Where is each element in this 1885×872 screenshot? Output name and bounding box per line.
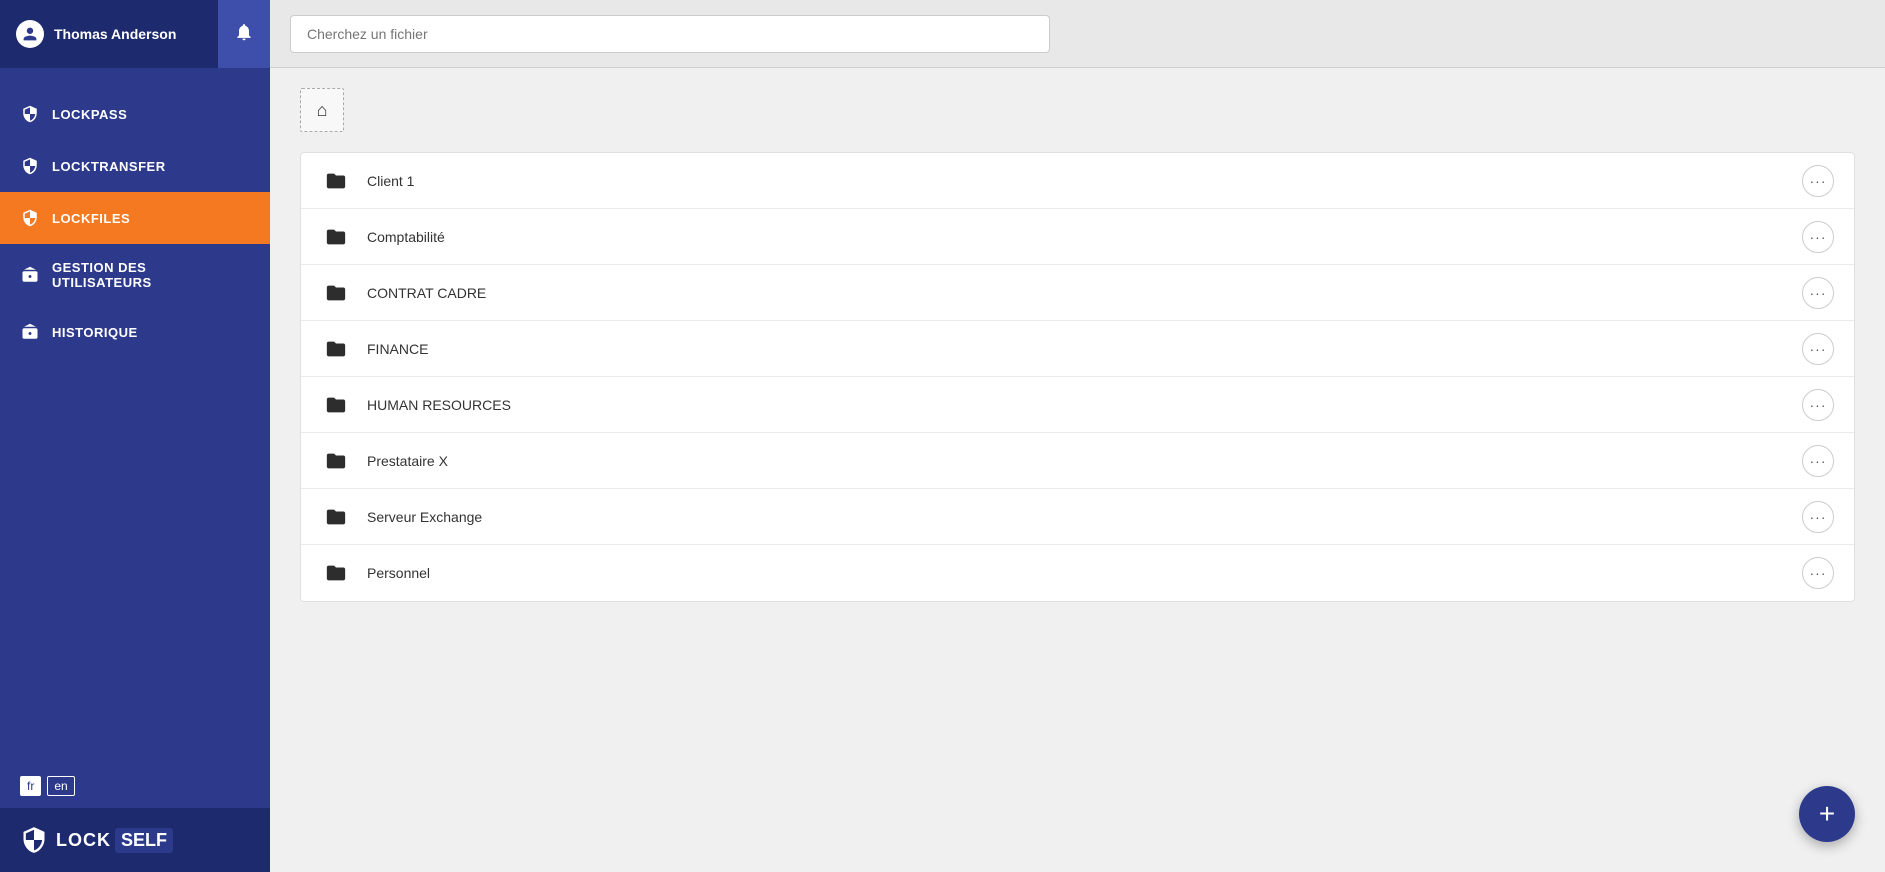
home-icon: ⌂ <box>317 100 328 121</box>
sidebar-item-historique-label: HISTORIQUE <box>52 325 138 340</box>
folder-icon <box>321 561 351 585</box>
logo-self-text: SELF <box>115 828 173 853</box>
folder-item[interactable]: Personnel ··· <box>301 545 1854 601</box>
sidebar-item-lockpass-label: LOCKPASS <box>52 107 127 122</box>
folder-more-button[interactable]: ··· <box>1802 277 1834 309</box>
breadcrumb-bar: ⌂ <box>300 88 1855 132</box>
folder-more-button[interactable]: ··· <box>1802 501 1834 533</box>
folder-name: CONTRAT CADRE <box>367 285 1802 301</box>
folder-icon <box>321 281 351 305</box>
folder-item[interactable]: Comptabilité ··· <box>301 209 1854 265</box>
sidebar-item-lockfiles[interactable]: LOCKFILES <box>0 192 270 244</box>
folder-item[interactable]: CONTRAT CADRE ··· <box>301 265 1854 321</box>
gestion-icon <box>20 265 40 285</box>
folder-list: Client 1 ··· Comptabilité ··· CONTRAT CA… <box>300 152 1855 602</box>
folder-icon <box>321 393 351 417</box>
sidebar-item-lockpass[interactable]: LOCKPASS <box>0 88 270 140</box>
add-fab-button[interactable]: + <box>1799 786 1855 842</box>
folder-item[interactable]: HUMAN RESOURCES ··· <box>301 377 1854 433</box>
folder-item[interactable]: Client 1 ··· <box>301 153 1854 209</box>
sidebar-item-locktransfer[interactable]: LOCKTRANSFER <box>0 140 270 192</box>
folder-item[interactable]: Prestataire X ··· <box>301 433 1854 489</box>
home-breadcrumb-button[interactable]: ⌂ <box>300 88 344 132</box>
language-switcher: fr en <box>0 764 270 808</box>
folder-name: Serveur Exchange <box>367 509 1802 525</box>
sidebar-logo: LOCK SELF <box>0 808 270 872</box>
lockfiles-icon <box>20 208 40 228</box>
folder-icon <box>321 505 351 529</box>
folder-icon <box>321 337 351 361</box>
historique-icon <box>20 322 40 342</box>
user-name-label: Thomas Anderson <box>54 26 238 42</box>
lang-fr-button[interactable]: fr <box>20 776 41 796</box>
folder-name: Client 1 <box>367 173 1802 189</box>
search-input[interactable] <box>290 15 1050 53</box>
folder-name: Personnel <box>367 565 1802 581</box>
sidebar: Thomas Anderson ▾ LOCKPASS LOCKTRANSFER <box>0 0 270 872</box>
user-avatar-icon <box>16 20 44 48</box>
folder-name: FINANCE <box>367 341 1802 357</box>
bell-icon <box>234 22 254 47</box>
folder-name: Prestataire X <box>367 453 1802 469</box>
folder-icon <box>321 169 351 193</box>
folder-more-button[interactable]: ··· <box>1802 557 1834 589</box>
folder-icon <box>321 225 351 249</box>
sidebar-item-gestion[interactable]: GESTION DES UTILISATEURS <box>0 244 270 306</box>
folder-name: Comptabilité <box>367 229 1802 245</box>
logo-lock-text: LOCK <box>56 830 111 851</box>
sidebar-item-gestion-label: GESTION DES UTILISATEURS <box>52 260 250 290</box>
folder-more-button[interactable]: ··· <box>1802 389 1834 421</box>
folder-more-button[interactable]: ··· <box>1802 221 1834 253</box>
lang-en-button[interactable]: en <box>47 776 74 796</box>
folder-item[interactable]: Serveur Exchange ··· <box>301 489 1854 545</box>
folder-more-button[interactable]: ··· <box>1802 165 1834 197</box>
notifications-bell[interactable] <box>218 0 270 68</box>
folder-more-button[interactable]: ··· <box>1802 445 1834 477</box>
sidebar-item-lockfiles-label: LOCKFILES <box>52 211 130 226</box>
lockpass-icon <box>20 104 40 124</box>
folder-icon <box>321 449 351 473</box>
folder-name: HUMAN RESOURCES <box>367 397 1802 413</box>
topbar <box>270 0 1885 68</box>
sidebar-item-locktransfer-label: LOCKTRANSFER <box>52 159 166 174</box>
folder-item[interactable]: FINANCE ··· <box>301 321 1854 377</box>
sidebar-nav: LOCKPASS LOCKTRANSFER LOCKFILES GESTION … <box>0 68 270 764</box>
main-content: ⌂ Client 1 ··· Comptabilité ··· <box>270 0 1885 872</box>
locktransfer-icon <box>20 156 40 176</box>
content-area: ⌂ Client 1 ··· Comptabilité ··· <box>270 68 1885 872</box>
folder-more-button[interactable]: ··· <box>1802 333 1834 365</box>
sidebar-item-historique[interactable]: HISTORIQUE <box>0 306 270 358</box>
